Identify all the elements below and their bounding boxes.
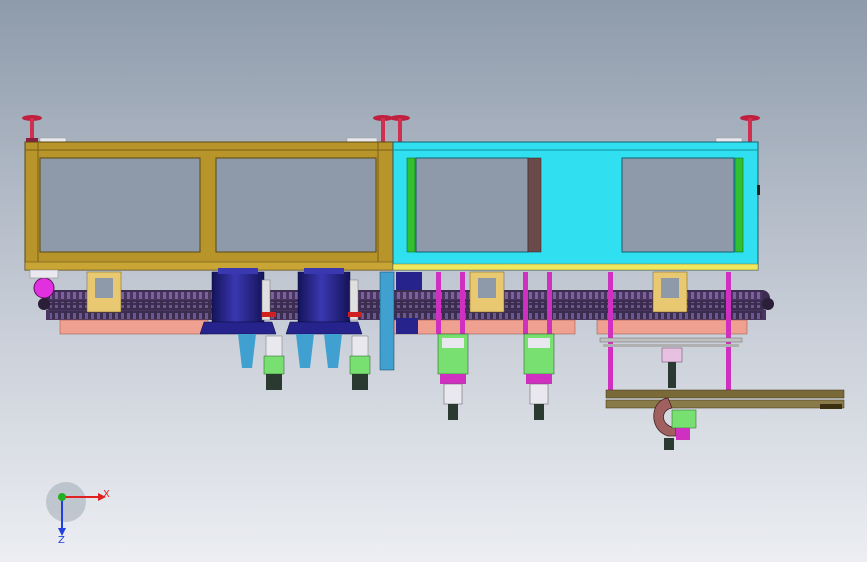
z-axis-label: Z: [58, 535, 65, 546]
y-axis-dot: [58, 493, 66, 501]
machine-assembly-drawing: X Z: [22, 115, 845, 546]
cad-viewport[interactable]: X Z: [0, 0, 867, 562]
frame-right: [392, 141, 760, 271]
leveling-foot-center-2: [390, 115, 410, 142]
x-axis-label: X: [103, 489, 110, 500]
leveling-foot-left: [22, 115, 42, 142]
frame-left: [24, 141, 394, 271]
axis-triad: X Z: [46, 482, 110, 546]
leveling-feet: [22, 115, 760, 144]
leveling-foot-right: [740, 115, 760, 142]
